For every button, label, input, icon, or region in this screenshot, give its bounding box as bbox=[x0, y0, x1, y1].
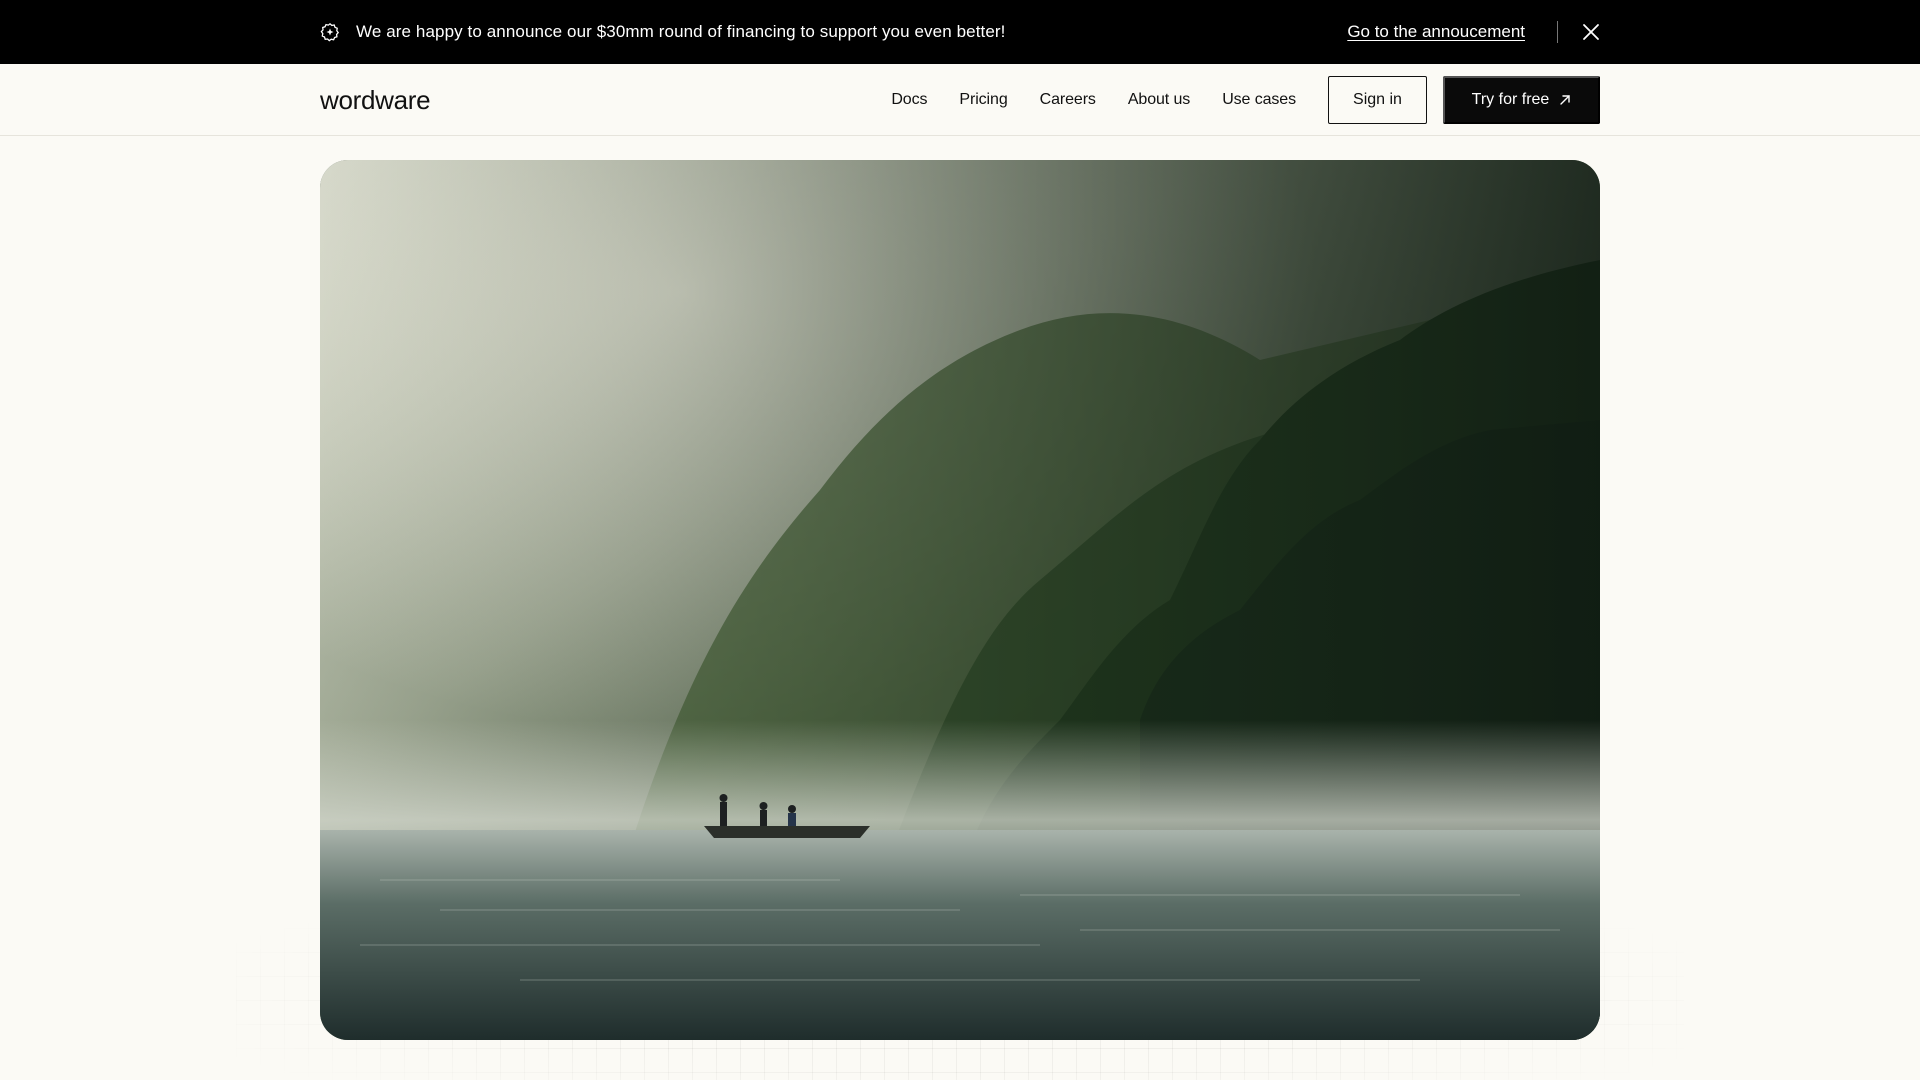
main-nav: Docs Pricing Careers About us Use cases … bbox=[891, 76, 1600, 124]
logo[interactable]: wordware bbox=[320, 85, 431, 116]
nav-item-careers[interactable]: Careers bbox=[1040, 91, 1096, 109]
try-for-free-button[interactable]: Try for free bbox=[1443, 76, 1600, 124]
hero-image bbox=[320, 160, 1600, 1040]
sparkle-badge-icon bbox=[320, 22, 340, 42]
announcement-link[interactable]: Go to the annoucement bbox=[1347, 22, 1525, 42]
divider bbox=[1557, 21, 1558, 43]
sign-in-button[interactable]: Sign in bbox=[1328, 76, 1427, 124]
misty-forest-lake-illustration bbox=[320, 160, 1600, 1040]
arrow-up-right-icon bbox=[1559, 94, 1571, 106]
close-icon[interactable] bbox=[1582, 23, 1600, 41]
site-header: wordware Docs Pricing Careers About us U… bbox=[0, 64, 1920, 136]
nav-item-use-cases[interactable]: Use cases bbox=[1222, 91, 1296, 109]
announcement-text: We are happy to announce our $30mm round… bbox=[356, 22, 1006, 41]
nav-item-about-us[interactable]: About us bbox=[1128, 91, 1190, 109]
header-content: wordware Docs Pricing Careers About us U… bbox=[320, 64, 1600, 136]
nav-item-docs[interactable]: Docs bbox=[891, 91, 927, 109]
announcement-bar: We are happy to announce our $30mm round… bbox=[0, 0, 1920, 64]
announcement-content: We are happy to announce our $30mm round… bbox=[320, 0, 1600, 64]
try-for-free-label: Try for free bbox=[1471, 91, 1550, 108]
nav-item-pricing[interactable]: Pricing bbox=[959, 91, 1007, 109]
